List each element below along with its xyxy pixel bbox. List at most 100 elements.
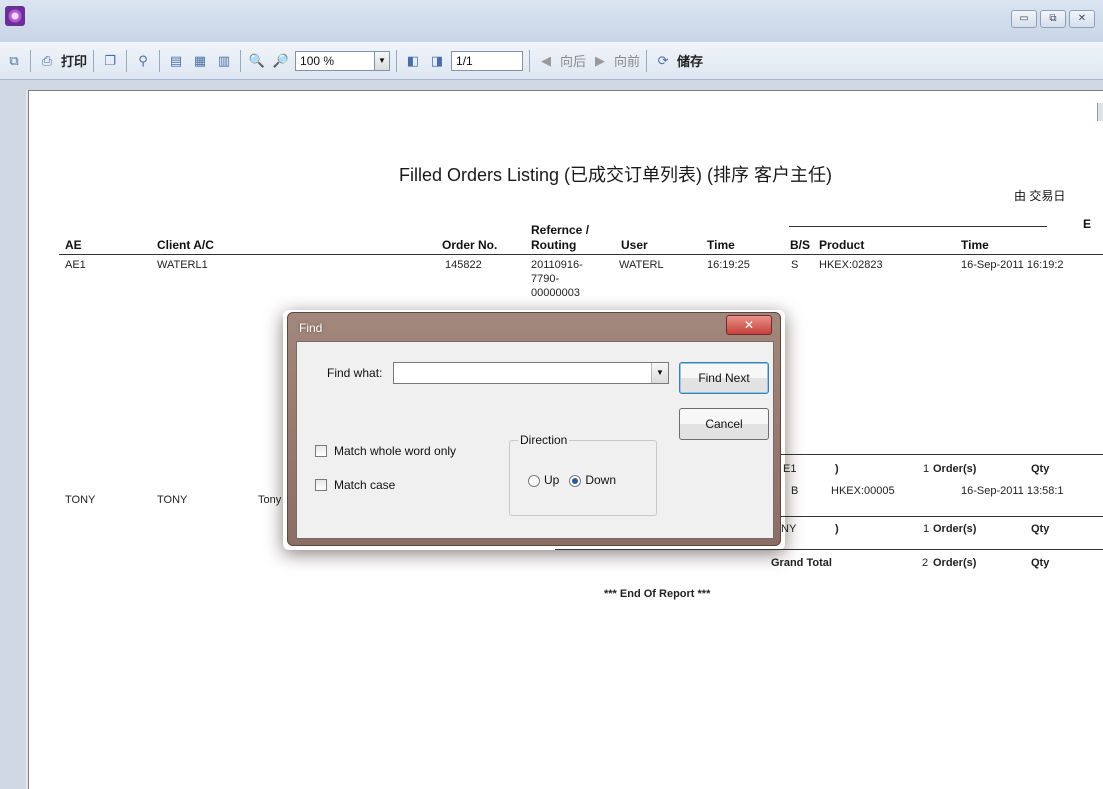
- minimize-button[interactable]: ▭: [1011, 10, 1037, 28]
- direction-up-option[interactable]: Up: [528, 473, 559, 487]
- subtotal2-qty-label: Qty: [1031, 523, 1050, 535]
- print-button[interactable]: 打印: [61, 51, 87, 70]
- direction-up-radio[interactable]: [528, 474, 540, 487]
- subtotal1-count: 1: [923, 463, 930, 475]
- multipage-icon[interactable]: ▦: [190, 51, 210, 71]
- find-next-button[interactable]: Find Next: [679, 362, 769, 394]
- header-rule: [789, 226, 1047, 227]
- match-whole-word-checkbox[interactable]: [315, 445, 327, 457]
- row1-ref1: 20110916-: [531, 259, 583, 271]
- dialog-title: Find: [299, 321, 323, 335]
- dialog-close-button[interactable]: ✕: [726, 315, 772, 335]
- back-button[interactable]: 向后: [560, 51, 586, 70]
- page-number-input[interactable]: 1/1: [451, 50, 524, 71]
- binoculars-icon[interactable]: ⚲: [133, 51, 153, 71]
- save-icon[interactable]: ⟳: [653, 51, 673, 71]
- report-title: Filled Orders Listing (已成交订单列表) (排序 客户主任…: [399, 165, 833, 185]
- direction-down-radio[interactable]: [569, 474, 582, 487]
- col-header-routing: Routing: [531, 238, 577, 252]
- find-what-label: Find what:: [327, 366, 383, 380]
- back-icon[interactable]: ◀: [536, 51, 556, 71]
- dialog-body: Find what: ▼ Find Next Cancel Match whol…: [296, 341, 774, 539]
- copy-icon[interactable]: ❐: [100, 51, 120, 71]
- row2-client: TONY: [157, 494, 188, 506]
- forward-button[interactable]: 向前: [614, 51, 640, 70]
- toolbar: ⧉ ⎙ 打印 ❐ ⚲ ▤ ▦ ▥ 🔍 🔎 100 % ▼ ◧ ◨ 1/1 ◀ 向…: [0, 42, 1103, 80]
- toolbar-separator: [93, 49, 95, 72]
- header-underline: [59, 254, 1103, 255]
- col-header-bs: B/S: [790, 238, 811, 252]
- save-button[interactable]: 储存: [677, 51, 703, 70]
- close-window-button[interactable]: ✕: [1069, 10, 1095, 28]
- match-case-label: Match case: [334, 478, 396, 492]
- first-page-icon[interactable]: ◧: [403, 51, 423, 71]
- page-icon[interactable]: ▤: [166, 51, 186, 71]
- direction-down-label: Down: [585, 473, 617, 487]
- grand-total-label: Grand Total: [771, 557, 832, 569]
- col-header-client: Client A/C: [157, 238, 214, 252]
- report-subtitle: 由 交易日: [1014, 189, 1066, 203]
- app-icon: [5, 6, 25, 26]
- toolbar-separator: [159, 49, 161, 72]
- toolbar-separator: [529, 49, 531, 72]
- chevron-down-icon[interactable]: ▼: [651, 363, 668, 383]
- direction-up-label: Up: [544, 473, 560, 487]
- direction-down-option[interactable]: Down: [569, 473, 616, 487]
- col-header-reference: Refernce /: [531, 223, 590, 237]
- row1-ref3: 00000003: [531, 287, 580, 299]
- find-what-input[interactable]: [393, 362, 669, 384]
- match-case-checkbox[interactable]: [315, 479, 327, 491]
- grand-total-count: 2: [922, 557, 929, 569]
- zoom-out-icon[interactable]: 🔍: [247, 51, 267, 71]
- subtotal2-rule: [769, 516, 1103, 517]
- match-whole-word-option[interactable]: Match whole word only: [315, 444, 456, 458]
- row1-bs: S: [791, 259, 799, 271]
- grand-total-qty-label: Qty: [1031, 557, 1050, 569]
- row2-time2: 16-Sep-2011 13:58:1: [961, 485, 1064, 497]
- toolbar-separator: [126, 49, 128, 72]
- direction-label: Direction: [518, 433, 570, 447]
- zoom-in-icon[interactable]: 🔎: [271, 51, 291, 71]
- toolbar-separator: [240, 49, 242, 72]
- subtotal2-paren: ): [835, 523, 839, 535]
- row1-product: HKEX:02823: [819, 259, 883, 271]
- chevron-down-icon[interactable]: ▼: [374, 50, 391, 71]
- col-header-ae: AE: [65, 238, 82, 252]
- col-header-time: Time: [707, 238, 735, 252]
- end-of-report: *** End Of Report ***: [604, 588, 711, 600]
- header-fragment: E: [1083, 217, 1092, 231]
- toolbar-separator: [646, 49, 648, 72]
- col-header-user: User: [621, 238, 648, 252]
- toolbar-separator: [30, 49, 31, 72]
- subtotal1-qty-label: Qty: [1031, 463, 1050, 475]
- window-controls: ▭ ⧉ ✕: [1011, 10, 1095, 28]
- row1-order-no: 145822: [445, 259, 482, 271]
- cancel-button[interactable]: Cancel: [679, 408, 769, 440]
- last-page-icon[interactable]: ◨: [427, 51, 447, 71]
- toolbar-separator: [396, 49, 398, 72]
- row1-client: WATERL1: [157, 259, 208, 271]
- subtotal1-label: E1: [783, 463, 797, 475]
- row1-time2: 16-Sep-2011 16:19:2: [961, 259, 1064, 271]
- forward-icon[interactable]: ▶: [590, 51, 610, 71]
- match-case-option[interactable]: Match case: [315, 478, 395, 492]
- direction-group: Direction Up Down: [509, 433, 657, 516]
- title-bar: ▭ ⧉ ✕: [0, 0, 1103, 42]
- export-icon[interactable]: ⧉: [4, 51, 24, 71]
- subtotal2-orders-label: Order(s): [933, 523, 977, 535]
- scrollbar-thumb[interactable]: [1097, 103, 1103, 121]
- row2-name: Tony: [258, 494, 282, 506]
- row1-ref2: 7790-: [531, 273, 560, 285]
- subtotal2-count: 1: [923, 523, 930, 535]
- row2-bs: B: [791, 485, 799, 497]
- printer-icon[interactable]: ⎙: [37, 51, 57, 71]
- maximize-button[interactable]: ⧉: [1040, 10, 1066, 28]
- page-setup-icon[interactable]: ▥: [214, 51, 234, 71]
- subtotal1-rule: [769, 454, 1103, 455]
- subtotal1-orders-label: Order(s): [933, 463, 977, 475]
- row1-time: 16:19:25: [707, 259, 750, 271]
- col-header-order-no: Order No.: [442, 238, 498, 252]
- zoom-select[interactable]: 100 %: [295, 50, 376, 71]
- col-header-time2: Time: [961, 238, 989, 252]
- direction-options: Up Down: [528, 473, 616, 487]
